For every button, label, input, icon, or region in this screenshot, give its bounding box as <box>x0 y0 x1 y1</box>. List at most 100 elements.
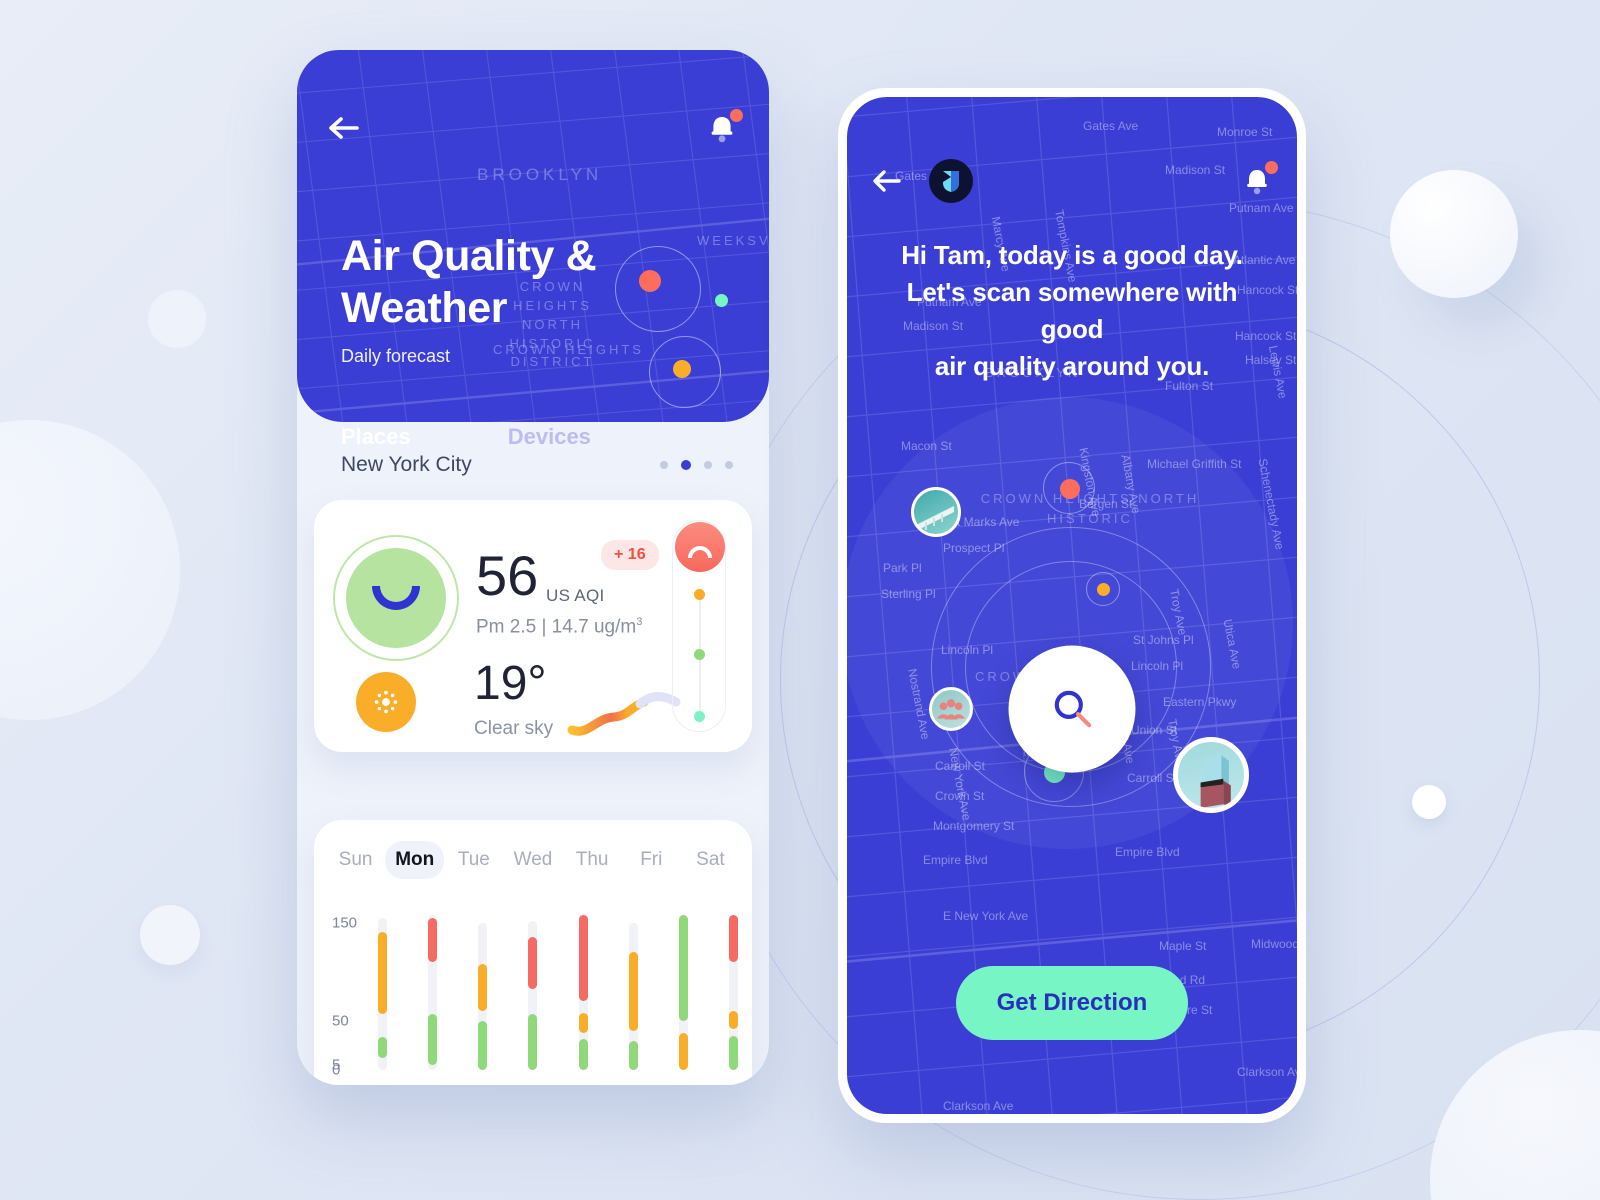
chart-y-tick-0: 0 <box>332 1061 341 1079</box>
get-direction-button[interactable]: Get Direction <box>956 966 1188 1040</box>
headline-line-1: Hi Tam, today is a good day. <box>901 240 1243 270</box>
poi-red-marker[interactable] <box>1060 479 1080 499</box>
place-name: New York City <box>341 453 472 476</box>
temperature-trend-line <box>567 692 681 736</box>
chart-bar-segment-unhealthy <box>428 917 438 962</box>
smile-glyph <box>372 586 420 610</box>
chart-bar-01.00[interactable] <box>728 898 738 1070</box>
aqi-scale-widget[interactable] <box>672 520 726 732</box>
tab-devices[interactable]: Devices <box>508 424 591 450</box>
day-tab-mon[interactable]: Mon <box>385 841 445 879</box>
poi-people-photo[interactable] <box>929 687 973 731</box>
page-dot-3[interactable] <box>704 461 712 469</box>
sad-face-icon <box>675 522 725 572</box>
aqi-pm-label: Pm 2.5 | 14.7 ug/m <box>476 616 637 638</box>
decorative-circle-left-small <box>140 905 200 965</box>
sun-icon <box>356 672 416 732</box>
decorative-circle-left-large <box>0 420 180 720</box>
bridge-photo-glyph <box>918 506 954 530</box>
chart-bar-segment-moderate <box>728 1011 738 1029</box>
chart-bar-segment-moderate <box>678 1032 688 1070</box>
notification-badge-dot <box>1265 161 1278 174</box>
chart-y-tick-50: 50 <box>332 1012 349 1030</box>
chart-bar-19.00[interactable] <box>428 898 438 1070</box>
scan-screen: Gates Ave Gates Ave Monroe St Madison St… <box>847 97 1297 1114</box>
chart-bar-segment-unhealthy <box>578 914 588 1002</box>
decorative-circle-left-mid <box>148 290 206 348</box>
aqi-summary-card: 56 US AQI Pm 2.5 | 14.7 ug/m3 + 16 19° C… <box>314 500 752 752</box>
map-pin-orange[interactable] <box>673 360 691 378</box>
chart-bar-11.00[interactable] <box>578 898 588 1070</box>
aqi-pm-reading: Pm 2.5 | 14.7 ug/m3 <box>476 616 642 638</box>
chart-bar-segment-good <box>578 1038 588 1070</box>
notification-bell-icon[interactable] <box>1241 161 1278 198</box>
aqi-delta-badge: + 16 <box>601 540 659 570</box>
chart-bar-15.00[interactable] <box>478 898 488 1070</box>
chart-bar-segment-moderate <box>478 963 488 1012</box>
notification-badge-dot <box>730 109 743 122</box>
aqi-value: 56 <box>476 544 539 607</box>
hero-tabs: Places Devices <box>341 424 591 450</box>
chart-bar-08.00[interactable] <box>628 898 638 1070</box>
page-dot-4[interactable] <box>725 461 733 469</box>
notification-bell-icon[interactable] <box>705 109 743 145</box>
day-tab-thu[interactable]: Thu <box>563 841 622 879</box>
scan-button[interactable] <box>1008 645 1136 773</box>
headline-line-2: Let's scan somewhere with good <box>906 276 1238 344</box>
aqi-pm-exponent: 3 <box>636 616 643 628</box>
chart-bar-segment-good <box>378 1036 387 1059</box>
chart-bar-segment-unhealthy <box>528 937 538 990</box>
page-subtitle: Daily forecast <box>341 346 451 366</box>
back-arrow-icon[interactable] <box>871 168 903 194</box>
day-tab-wed[interactable]: Wed <box>503 841 562 879</box>
tab-places[interactable]: Places <box>341 424 411 450</box>
app-logo-glyph <box>943 171 959 192</box>
chart-bar-segment-moderate <box>378 932 387 1014</box>
happy-face-icon <box>346 548 446 648</box>
chart-bar-03.00[interactable] <box>678 898 688 1070</box>
search-magnifier-icon <box>1054 690 1091 727</box>
day-tab-fri[interactable]: Fri <box>622 841 681 879</box>
decorative-circle-right-small <box>1412 785 1446 819</box>
chart-bar-13.00[interactable] <box>528 898 538 1070</box>
scale-dot-excellent[interactable] <box>694 711 705 722</box>
chart-bar-segment-good <box>478 1020 488 1070</box>
right-top-bar <box>871 159 1278 203</box>
chart-bar-23.00[interactable] <box>378 898 387 1070</box>
sun-glyph <box>374 690 398 714</box>
chart-bar-segment-moderate <box>578 1012 588 1033</box>
chart-bar-segment-moderate <box>628 952 638 1031</box>
day-tab-tue[interactable]: Tue <box>444 841 503 879</box>
back-arrow-icon[interactable] <box>327 114 361 142</box>
chart-bar-segment-unhealthy <box>728 914 738 962</box>
page-title: Air Quality & Weather <box>341 230 769 335</box>
background-decoration <box>0 0 1600 1200</box>
chart-bar-segment-good <box>528 1013 538 1070</box>
poi-bridge-photo[interactable] <box>911 487 961 537</box>
page-title-text: Air Quality & Weather <box>341 232 597 333</box>
poi-orange-marker[interactable] <box>1097 583 1110 596</box>
frown-glyph <box>688 546 712 558</box>
chart-bar-segment-good <box>728 1035 738 1070</box>
hero-top-bar <box>327 108 743 148</box>
chart-y-tick-150: 150 <box>332 914 358 932</box>
phone-right: Gates Ave Gates Ave Monroe St Madison St… <box>838 88 1306 1123</box>
phone-left: BROOKLYN CROWN HEIGHTS NORTH HISTORIC DI… <box>297 50 769 1085</box>
chart-bar-segment-good <box>678 914 688 1021</box>
page-dot-2[interactable] <box>681 460 691 470</box>
scale-dot-good[interactable] <box>694 649 705 660</box>
temperature-value: 19° <box>474 657 547 710</box>
weather-condition: Clear sky <box>474 718 554 739</box>
poi-building-photo[interactable] <box>1173 737 1249 813</box>
greeting-headline: Hi Tam, today is a good day. Let's scan … <box>873 237 1271 385</box>
building-photo-glyph <box>1200 755 1231 808</box>
place-selector-row: New York City <box>341 445 733 485</box>
chart-bar-segment-good <box>628 1041 638 1070</box>
day-tab-sun[interactable]: Sun <box>326 841 385 879</box>
day-tab-sat[interactable]: Sat <box>681 841 740 879</box>
app-logo-icon[interactable] <box>929 159 973 203</box>
page-dot-1[interactable] <box>660 461 668 469</box>
page-indicator <box>660 460 733 470</box>
scale-dot-moderate[interactable] <box>694 589 705 600</box>
chart-bar-segment-good <box>428 1013 438 1066</box>
